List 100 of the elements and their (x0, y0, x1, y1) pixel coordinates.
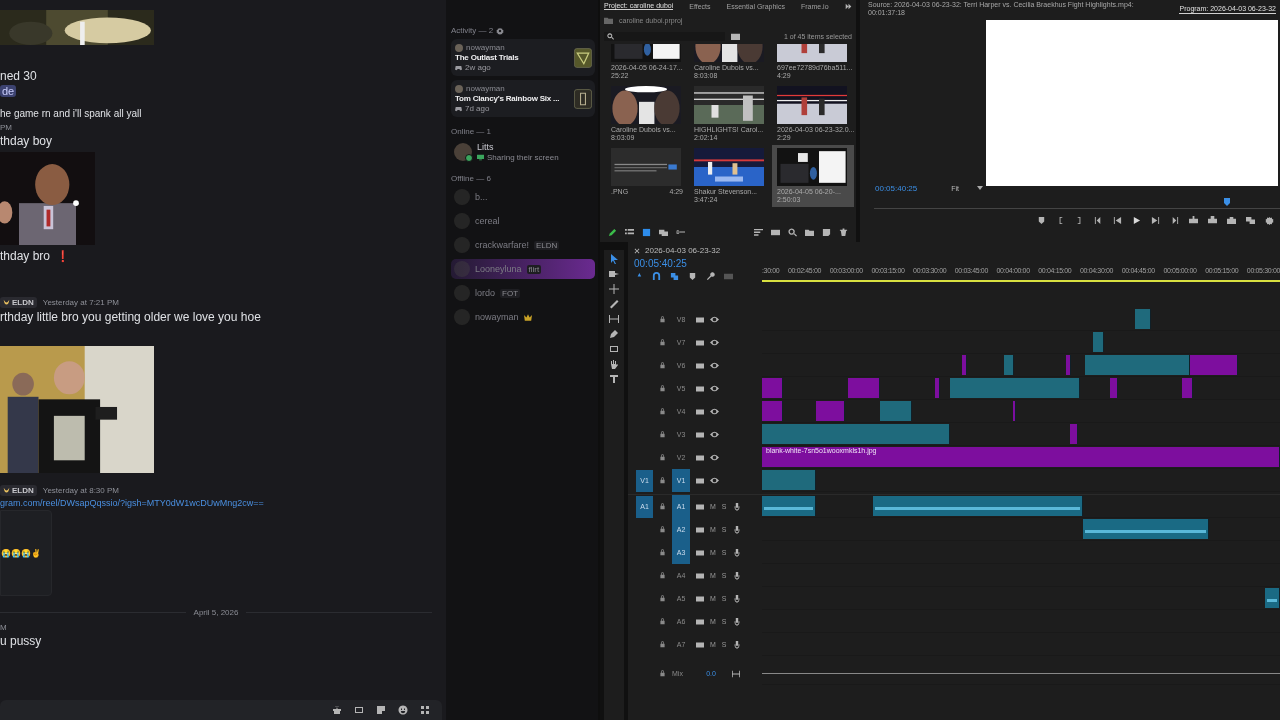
gift-icon[interactable] (332, 705, 342, 715)
eye-icon[interactable] (710, 430, 719, 439)
trash-icon[interactable] (839, 227, 848, 237)
overflow-icon[interactable] (844, 2, 852, 10)
pencil-icon[interactable] (608, 227, 617, 237)
audio-clip[interactable] (762, 496, 816, 516)
snap-icon[interactable] (652, 272, 661, 281)
eye-icon[interactable] (710, 407, 719, 416)
video-clip[interactable] (880, 401, 912, 421)
sort-icon[interactable] (754, 227, 763, 237)
ripple-tool-icon[interactable] (609, 284, 619, 294)
activity-card[interactable]: nowayman The Outlast Trials 2w ago (451, 39, 595, 76)
settings-icon[interactable] (1265, 215, 1274, 225)
lock-icon[interactable] (659, 477, 666, 484)
type-tool-icon[interactable] (609, 374, 619, 384)
video-clip[interactable] (1110, 378, 1118, 398)
microphone-icon[interactable] (732, 525, 741, 534)
razor-tool-icon[interactable] (609, 299, 619, 309)
go-to-out-icon[interactable] (1170, 215, 1179, 225)
zoom-slider-icon[interactable] (676, 227, 685, 237)
video-clip[interactable] (1085, 355, 1190, 375)
lock-icon[interactable] (659, 454, 666, 461)
sequence-tab[interactable]: 2026-04-03 06-23-32 (645, 246, 721, 255)
go-to-in-icon[interactable] (1094, 215, 1103, 225)
selection-tool-icon[interactable] (609, 254, 619, 264)
video-clip[interactable] (1070, 424, 1078, 444)
lock-icon[interactable] (659, 549, 666, 556)
eye-icon[interactable] (710, 384, 719, 393)
new-item-icon[interactable] (822, 227, 831, 237)
activity-card[interactable]: nowayman Tom Clancy's Rainbow Six ... 7d ago (451, 80, 595, 117)
microphone-icon[interactable] (732, 571, 741, 580)
step-forward-icon[interactable] (1151, 215, 1160, 225)
video-clip[interactable] (816, 401, 845, 421)
close-icon[interactable] (634, 247, 640, 254)
hand-tool-icon[interactable] (609, 359, 619, 369)
lock-icon[interactable] (659, 641, 666, 648)
apps-icon[interactable] (420, 705, 430, 715)
video-clip[interactable] (962, 355, 967, 375)
eye-icon[interactable] (710, 453, 719, 462)
mention[interactable]: de (0, 85, 17, 97)
icon-view-icon[interactable] (642, 227, 651, 237)
member-item[interactable]: Litts Sharing their screen (451, 140, 595, 164)
audio-clip[interactable] (1083, 519, 1209, 539)
wrench-icon[interactable] (706, 272, 715, 281)
eye-icon[interactable] (710, 315, 719, 324)
member-item[interactable]: b... (451, 187, 595, 207)
list-view-icon[interactable] (625, 227, 634, 237)
linked-selection-icon[interactable] (670, 272, 679, 281)
lock-icon[interactable] (659, 408, 666, 415)
member-item[interactable]: nowayman (451, 307, 595, 327)
video-clip[interactable] (1182, 378, 1193, 398)
video-clip[interactable] (1093, 332, 1104, 352)
track-select-icon[interactable] (609, 269, 619, 279)
video-clip[interactable] (1066, 355, 1071, 375)
pen-tool-icon[interactable] (609, 329, 619, 339)
lock-icon[interactable] (659, 362, 666, 369)
search-field[interactable] (604, 31, 725, 41)
lock-icon[interactable] (659, 339, 666, 346)
lock-icon[interactable] (659, 431, 666, 438)
playhead-icon[interactable] (1224, 198, 1230, 206)
video-clip[interactable] (1013, 401, 1016, 421)
member-item[interactable]: lordo FOT (451, 283, 595, 303)
audio-clip[interactable] (873, 496, 1083, 516)
message-input[interactable] (0, 700, 442, 720)
marker-icon[interactable] (688, 272, 697, 281)
video-clip[interactable] (1004, 355, 1014, 375)
video-clip[interactable] (848, 378, 880, 398)
video-clip[interactable] (762, 424, 950, 444)
eye-icon[interactable] (710, 338, 719, 347)
lock-icon[interactable] (659, 526, 666, 533)
video-clip[interactable] (950, 378, 1080, 398)
microphone-icon[interactable] (732, 640, 741, 649)
video-clip[interactable] (762, 470, 816, 490)
emoji-icon[interactable] (398, 705, 408, 715)
lock-icon[interactable] (659, 503, 666, 510)
member-item[interactable]: Looneyluna flirt (451, 259, 595, 279)
lock-icon[interactable] (659, 670, 666, 677)
rectangle-tool-icon[interactable] (609, 344, 619, 354)
microphone-icon[interactable] (732, 594, 741, 603)
sticker-icon[interactable] (376, 705, 386, 715)
search-icon[interactable] (788, 227, 797, 237)
microphone-icon[interactable] (732, 548, 741, 557)
lock-icon[interactable] (659, 595, 666, 602)
freeform-view-icon[interactable] (659, 227, 668, 237)
step-back-icon[interactable] (1113, 215, 1122, 225)
folder-icon[interactable] (805, 227, 814, 237)
video-clip[interactable] (762, 401, 783, 421)
message-link[interactable]: gram.com/reel/DWsapQqssio/?igsh=MTY0dW1wcDUwMng2cw== (0, 498, 264, 508)
video-clip[interactable] (1135, 309, 1151, 329)
marker-icon[interactable] (1037, 215, 1046, 225)
compare-icon[interactable] (1246, 215, 1255, 225)
microphone-icon[interactable] (732, 502, 741, 511)
timecode[interactable]: 00:05:40:25 (875, 183, 918, 193)
slip-tool-icon[interactable] (609, 314, 619, 324)
gear-icon[interactable] (496, 26, 505, 35)
video-clip[interactable] (762, 378, 783, 398)
member-item[interactable]: crackwarfare! ELDN (451, 235, 595, 255)
video-clip[interactable] (1190, 355, 1238, 375)
eye-icon[interactable] (710, 476, 719, 485)
timecode[interactable]: 00:05:40:25 (634, 258, 762, 269)
